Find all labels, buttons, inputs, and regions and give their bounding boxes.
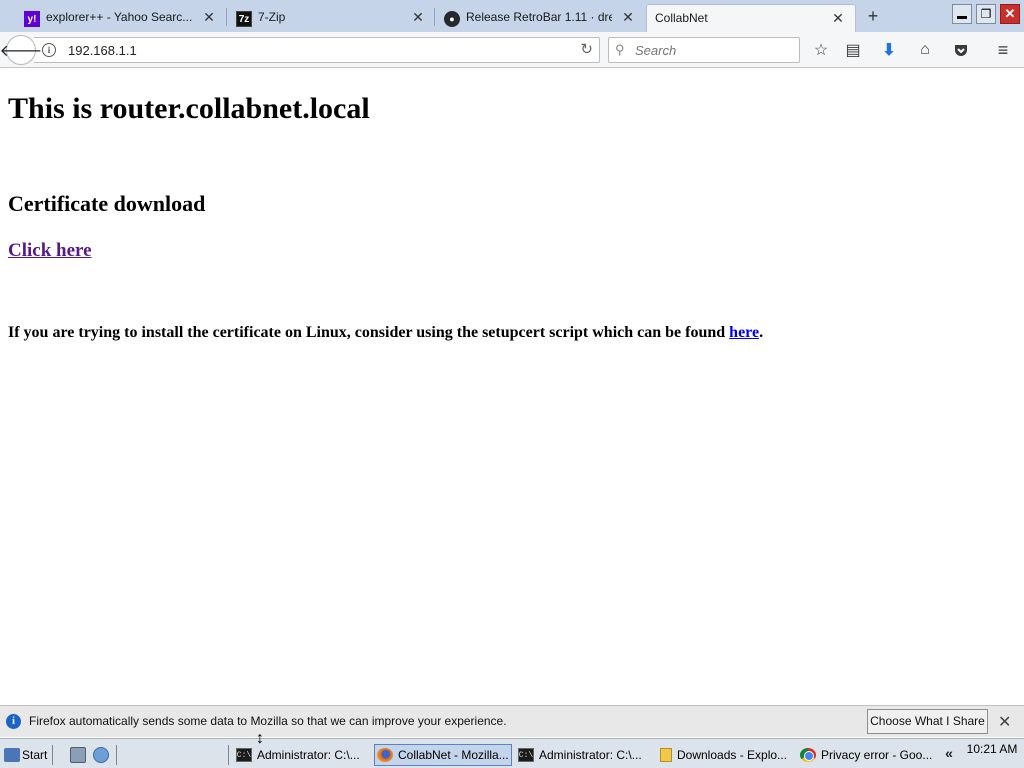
notification-close-icon[interactable]: ✕ — [998, 712, 1011, 732]
taskbar-item-label: Administrator: C:\... — [539, 748, 642, 762]
hamburger-menu-icon[interactable]: ≡ — [992, 39, 1014, 61]
chrome-icon — [800, 748, 816, 762]
setupcert-link[interactable]: here — [729, 324, 759, 341]
back-button[interactable]: 🡐 — [0, 35, 42, 65]
linux-note-text: If you are trying to install the certifi… — [8, 324, 726, 341]
page-content: This is router.collabnet.local Certifica… — [0, 69, 1024, 705]
back-arrow-icon: 🡐 — [0, 42, 43, 60]
search-input[interactable] — [635, 41, 795, 59]
resize-cursor-icon: ↕ — [256, 730, 264, 747]
tab-title: CollabNet — [655, 11, 708, 25]
tab-close-icon[interactable]: ✕ — [619, 8, 637, 26]
restore-button[interactable]: ❐ — [976, 4, 996, 24]
site-info-icon[interactable]: i — [42, 43, 56, 57]
downloads-icon[interactable]: ⬇ — [878, 39, 900, 61]
pocket-icon[interactable] — [950, 39, 972, 61]
start-logo-icon — [4, 748, 20, 762]
tab-github[interactable]: ● Release RetroBar 1.11 · dre... ✕ — [420, 4, 645, 32]
url-bar[interactable]: i 192.168.1.1 ↻ — [34, 37, 600, 63]
start-label: Start — [22, 748, 48, 762]
explorer-quicklaunch-icon[interactable] — [93, 747, 109, 763]
search-bar[interactable]: ⚲ — [608, 37, 800, 63]
bookmarks-menu-icon[interactable]: ▤ — [842, 39, 864, 61]
cmd-icon: C:\ — [518, 748, 534, 762]
page-title: This is router.collabnet.local — [8, 92, 370, 125]
section-heading: Certificate download — [8, 191, 206, 216]
minimize-button[interactable] — [952, 4, 972, 24]
tab-collabnet[interactable]: CollabNet ✕ — [646, 4, 856, 32]
linux-note: If you are trying to install the certifi… — [8, 324, 763, 342]
taskbar-item-label: Administrator: C:\... — [257, 748, 360, 762]
taskbar-item-label: Downloads - Explo... — [677, 748, 788, 762]
taskbar-clock[interactable]: 10:21 AM — [962, 742, 1022, 756]
minimize-icon — [957, 15, 967, 19]
close-icon: ✕ — [1004, 6, 1016, 21]
7zip-icon: 7z — [236, 11, 252, 27]
taskbar-item-chrome[interactable]: Privacy error - Goo... — [798, 744, 934, 766]
taskbar-item-cmd[interactable]: C:\ Administrator: C:\... — [516, 744, 650, 766]
taskbar-item-cmd[interactable]: C:\ Administrator: C:\... — [234, 744, 368, 766]
show-desktop-icon[interactable] — [70, 747, 86, 763]
info-icon: i — [6, 714, 21, 729]
home-icon[interactable]: ⌂ — [914, 39, 936, 61]
tab-title: 7-Zip — [258, 10, 286, 24]
tab-title: Release RetroBar 1.11 · dre... — [466, 10, 612, 24]
taskbar-item-explorer[interactable]: Downloads - Explo... — [658, 744, 794, 766]
tray-expand-button[interactable]: « — [940, 745, 958, 765]
taskbar-item-firefox[interactable]: CollabNet - Mozilla... — [374, 744, 512, 766]
tab-close-icon[interactable]: ✕ — [829, 9, 847, 27]
taskbar-item-label: CollabNet - Mozilla... — [398, 748, 509, 762]
tab-yahoo[interactable]: y! explorer++ - Yahoo Searc... ✕ — [0, 4, 226, 32]
cmd-icon: C:\ — [236, 748, 252, 762]
taskbar-separator — [52, 745, 53, 765]
bookmark-star-icon[interactable]: ☆ — [810, 39, 832, 61]
navigation-toolbar: i 192.168.1.1 ↻ 🡐 ⚲ ☆ ▤ ⬇ ⌂ ≡ — [0, 32, 1024, 68]
reload-icon[interactable]: ↻ — [580, 40, 593, 58]
start-button[interactable]: Start — [4, 744, 47, 766]
taskbar-item-label: Privacy error - Goo... — [821, 748, 933, 762]
choose-what-i-share-button[interactable]: Choose What I Share — [867, 709, 988, 734]
firefox-icon — [377, 748, 393, 762]
github-icon: ● — [444, 11, 460, 27]
taskbar-separator — [228, 745, 229, 765]
restore-icon: ❐ — [980, 7, 992, 21]
folder-icon — [660, 748, 672, 762]
taskbar: Start C:\ Administrator: C:\... CollabNe… — [0, 738, 1024, 768]
certificate-download-link[interactable]: Click here — [8, 240, 92, 262]
telemetry-notification-bar: i Firefox automatically sends some data … — [0, 705, 1024, 737]
new-tab-button[interactable]: + — [862, 6, 884, 26]
yahoo-icon: y! — [24, 11, 40, 27]
search-icon: ⚲ — [615, 42, 625, 57]
window-close-button[interactable]: ✕ — [1000, 4, 1020, 24]
taskbar-separator — [116, 745, 117, 765]
tab-7zip[interactable]: 7z 7-Zip ✕ — [212, 4, 434, 32]
linux-note-end: . — [759, 324, 764, 341]
tab-strip: y! explorer++ - Yahoo Searc... ✕ 7z 7-Zi… — [0, 0, 1024, 32]
tab-title: explorer++ - Yahoo Searc... — [46, 10, 192, 24]
notification-message: Firefox automatically sends some data to… — [29, 714, 507, 728]
url-text[interactable]: 192.168.1.1 — [68, 43, 137, 58]
